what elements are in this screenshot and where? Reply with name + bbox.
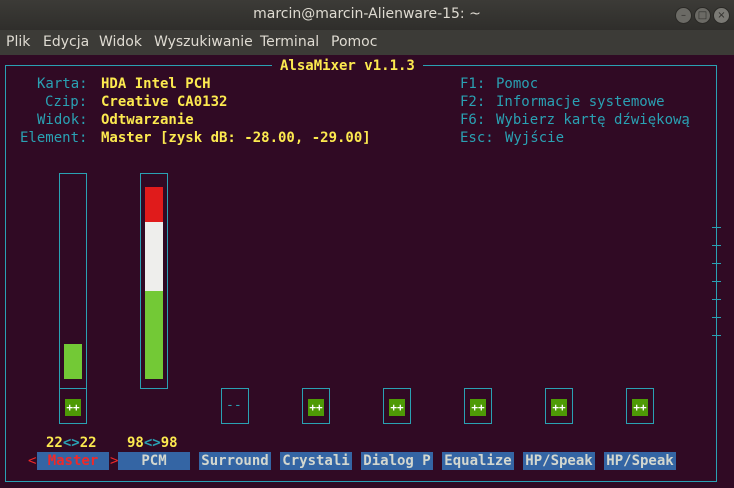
czip-value: Creative CA0132	[101, 94, 228, 110]
menu-pomoc[interactable]: Pomoc	[331, 34, 377, 50]
widok-value: Odtwarzanie	[101, 112, 194, 128]
scroll-tick	[712, 281, 721, 282]
master-level-readout: 22<>22	[46, 434, 97, 452]
menubar: Plik Edycja Widok Wyszukiwanie Terminal …	[0, 30, 734, 55]
surround-switch-indicator: --	[226, 398, 242, 413]
karta-value: HDA Intel PCH	[101, 76, 211, 92]
pcm-volume-fill	[145, 187, 163, 379]
control-label-pcm[interactable]: PCM	[118, 452, 190, 470]
widok-label: Widok:	[37, 112, 88, 128]
pcm-volume-bar[interactable]	[140, 173, 168, 389]
menu-widok[interactable]: Widok	[99, 34, 142, 50]
master-volume-fill	[64, 344, 82, 379]
alsamixer-title: AlsaMixer v1.1.3	[272, 58, 423, 74]
element-label: Element:	[20, 130, 88, 146]
element-value: Master [zysk dB: -28.00, -29.00]	[101, 130, 371, 146]
control-label-hp-speak-2[interactable]: HP/Speak	[604, 452, 676, 470]
help-f2-text: Informacje systemowe	[496, 94, 665, 110]
master-level-sep: <>	[62, 435, 80, 451]
control-label-hp-speak-1[interactable]: HP/Speak	[523, 452, 595, 470]
help-f6-text: Wybierz kartę dźwiękową	[496, 112, 690, 128]
czip-label: Czip:	[45, 94, 88, 110]
master-switch-indicator: ++	[65, 399, 81, 416]
pcm-level-sep: <>	[143, 435, 161, 451]
selection-marker-left: <	[28, 453, 37, 469]
menu-plik[interactable]: Plik	[6, 34, 30, 50]
hp-speak-2-switch[interactable]: ++	[626, 388, 654, 424]
minimize-button[interactable]: –	[675, 7, 692, 24]
help-f2-key: F2:	[460, 94, 486, 110]
surround-switch[interactable]: --	[221, 388, 249, 424]
crystali-switch-indicator: ++	[308, 399, 324, 416]
dialog-switch[interactable]: ++	[383, 388, 411, 424]
maximize-button[interactable]: □	[694, 7, 711, 24]
scroll-tick	[712, 299, 721, 300]
hp-speak-2-switch-indicator: ++	[632, 399, 648, 416]
close-button[interactable]: ×	[713, 7, 730, 24]
control-label-dialog[interactable]: Dialog P	[361, 452, 433, 470]
hp-speak-1-switch-indicator: ++	[551, 399, 567, 416]
scroll-tick	[712, 335, 721, 336]
pcm-level-right: 98	[160, 435, 178, 451]
master-volume-bar[interactable]	[59, 173, 87, 389]
master-switch[interactable]: ++	[59, 388, 87, 424]
help-f1-key: F1:	[460, 76, 486, 92]
window-title: marcin@marcin-Alienware-15: ~	[253, 6, 481, 22]
help-esc-text: Wyjście	[505, 130, 565, 146]
equalize-switch[interactable]: ++	[464, 388, 492, 424]
control-label-master[interactable]: Master	[37, 452, 109, 470]
window-titlebar: marcin@marcin-Alienware-15: ~ – □ ×	[0, 0, 734, 30]
menu-terminal[interactable]: Terminal	[260, 34, 319, 50]
scroll-tick	[712, 227, 721, 228]
crystali-switch[interactable]: ++	[302, 388, 330, 424]
hp-speak-1-switch[interactable]: ++	[545, 388, 573, 424]
pcm-level-left: 98	[127, 435, 144, 451]
karta-label: Karta:	[37, 76, 88, 92]
help-f6-key: F6:	[460, 112, 486, 128]
control-label-surround[interactable]: Surround	[199, 452, 271, 470]
pcm-level-readout: 98<>98	[127, 434, 178, 452]
dialog-switch-indicator: ++	[389, 399, 405, 416]
scroll-tick	[712, 317, 721, 318]
equalize-switch-indicator: ++	[470, 399, 486, 416]
menu-edycja[interactable]: Edycja	[43, 34, 89, 50]
control-label-crystali[interactable]: Crystali	[280, 452, 352, 470]
menu-wyszukiwanie[interactable]: Wyszukiwanie	[154, 34, 253, 50]
scroll-tick	[712, 245, 721, 246]
control-label-equalize[interactable]: Equalize	[442, 452, 514, 470]
master-level-right: 22	[79, 435, 97, 451]
master-level-left: 22	[46, 435, 63, 451]
scroll-tick	[712, 263, 721, 264]
help-esc-key: Esc:	[460, 130, 494, 146]
terminal-area[interactable]: AlsaMixer v1.1.3 Karta: HDA Intel PCH Cz…	[0, 55, 734, 488]
help-f1-text: Pomoc	[496, 76, 539, 92]
